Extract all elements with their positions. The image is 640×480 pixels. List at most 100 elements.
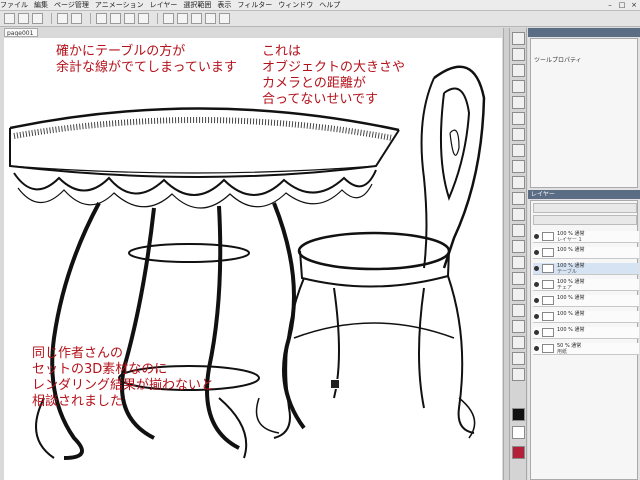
visibility-eye-icon[interactable]	[534, 314, 539, 319]
annotation-line: カメラとの距離が	[262, 76, 366, 91]
zoom-tool-icon[interactable]	[512, 32, 525, 45]
balloon-tool-icon[interactable]	[512, 352, 525, 365]
visibility-eye-icon[interactable]	[534, 282, 539, 287]
operation-tool-icon[interactable]	[512, 64, 525, 77]
layer-thumbnail	[542, 312, 554, 321]
move-tool-icon[interactable]	[512, 48, 525, 61]
select-all-icon[interactable]	[163, 13, 174, 24]
menu-animation[interactable]: アニメーション	[95, 0, 144, 10]
ruler-icon[interactable]	[219, 13, 230, 24]
eyedropper-tool-icon[interactable]	[512, 128, 525, 141]
menu-filter[interactable]: フィルター	[237, 0, 272, 10]
save-icon[interactable]	[32, 13, 43, 24]
menu-page[interactable]: ページ管理	[54, 0, 89, 10]
layer-row[interactable]: 100 % 通常	[533, 295, 639, 307]
layer-thumbnail	[542, 280, 554, 289]
visibility-eye-icon[interactable]	[534, 330, 539, 335]
app-window: ファイル 編集 ページ管理 アニメーション レイヤー 選択範囲 表示 フィルター…	[0, 0, 640, 480]
menu-layer[interactable]: レイヤー	[150, 0, 178, 10]
deselect-icon[interactable]	[138, 13, 149, 24]
brush-tool-icon[interactable]	[512, 176, 525, 189]
transform-icon[interactable]	[124, 13, 135, 24]
airbrush-tool-icon[interactable]	[512, 192, 525, 205]
fill-icon[interactable]	[110, 13, 121, 24]
figure-tool-icon[interactable]	[512, 288, 525, 301]
fill-tool-icon[interactable]	[512, 256, 525, 269]
close-icon[interactable]: ×	[628, 1, 640, 9]
command-bar	[0, 11, 640, 27]
annotation-line: セットの3D素材なのに	[32, 362, 168, 377]
layer-row-selected[interactable]: 100 % 通常 テーブル	[533, 263, 639, 275]
tool-palette	[509, 28, 527, 480]
annotation-line: 相談されました	[32, 394, 124, 409]
pen-tool-icon[interactable]	[512, 144, 525, 157]
layer-row[interactable]: 100 % 通常	[533, 247, 639, 259]
menu-file[interactable]: ファイル	[0, 0, 28, 10]
layer-thumbnail	[542, 232, 554, 241]
new-file-icon[interactable]	[4, 13, 15, 24]
visibility-eye-icon[interactable]	[534, 266, 539, 271]
selection-tool-icon[interactable]	[512, 96, 525, 109]
visibility-eye-icon[interactable]	[534, 346, 539, 351]
menu-edit[interactable]: 編集	[34, 0, 48, 10]
annotation-render-note: 同じ作者さんの セットの3D素材なのに レンダリング結果が揃わないと 相談されま…	[32, 346, 214, 410]
invert-selection-icon[interactable]	[177, 13, 188, 24]
undo-icon[interactable]	[57, 13, 68, 24]
frame-tool-icon[interactable]	[512, 304, 525, 317]
layer-row[interactable]: 100 % 通常 レイヤー 1	[533, 231, 639, 243]
clear-icon[interactable]	[96, 13, 107, 24]
layer-thumbnail	[542, 264, 554, 273]
eraser-tool-icon[interactable]	[512, 224, 525, 237]
layer-thumbnail	[542, 328, 554, 337]
annotation-camera-note: これは オブジェクトの大きさや カメラとの距離が 合ってないせいです	[262, 44, 405, 108]
pencil-tool-icon[interactable]	[512, 160, 525, 173]
move-layer-tool-icon[interactable]	[512, 80, 525, 93]
maximize-icon[interactable]: □	[616, 1, 628, 9]
property-panel-title	[528, 28, 640, 37]
layer-thumbnail	[542, 248, 554, 257]
toolbar-divider	[157, 13, 158, 24]
ruler-tool-icon[interactable]	[512, 320, 525, 333]
blend-tool-icon[interactable]	[512, 240, 525, 253]
layer-opacity-mode: 100 % 通常	[557, 311, 585, 317]
layer-row[interactable]: 100 % 通常	[533, 327, 639, 339]
layer-row[interactable]: 100 % 通常 チェア	[533, 279, 639, 291]
redo-icon[interactable]	[71, 13, 82, 24]
transparent-color-swatch[interactable]	[512, 446, 525, 459]
menu-help[interactable]: ヘルプ	[319, 0, 340, 10]
layer-row[interactable]: 100 % 通常	[533, 311, 639, 323]
mouse-cursor-icon	[330, 379, 340, 389]
visibility-eye-icon[interactable]	[534, 234, 539, 239]
tool-property-label: ツールプロパティ	[534, 57, 582, 64]
toolbar-divider	[51, 13, 52, 24]
sub-color-swatch[interactable]	[512, 426, 525, 439]
menu-window[interactable]: ウィンドウ	[278, 0, 313, 10]
visibility-eye-icon[interactable]	[534, 250, 539, 255]
open-file-icon[interactable]	[18, 13, 29, 24]
crop-icon[interactable]	[191, 13, 202, 24]
drawing-canvas[interactable]: 確かにテーブルの方が 余計な線がでてしまっています これは オブジェクトの大きさ…	[4, 38, 502, 480]
annotation-line: 確かにテーブルの方が	[56, 44, 186, 59]
gradient-tool-icon[interactable]	[512, 272, 525, 285]
auto-select-tool-icon[interactable]	[512, 112, 525, 125]
layer-panel: 100 % 通常 レイヤー 1 100 % 通常 100 % 通常 テーブル 1…	[530, 200, 639, 480]
layer-row[interactable]: 50 % 通常 用紙	[533, 343, 639, 355]
right-panel: ツールプロパティ レイヤー 100 % 通常 レイヤー 1 100 % 通常 1…	[528, 28, 640, 480]
text-tool-icon[interactable]	[512, 336, 525, 349]
layer-name: 用紙	[557, 349, 568, 355]
layer-opacity-mode: 100 % 通常	[557, 327, 585, 333]
main-color-swatch[interactable]	[512, 408, 525, 421]
layer-opacity-mode: 100 % 通常	[557, 295, 585, 301]
line-correction-tool-icon[interactable]	[512, 368, 525, 381]
toolbar-divider	[90, 13, 91, 24]
annotation-line: 合ってないせいです	[262, 92, 378, 107]
minimize-icon[interactable]: –	[604, 1, 616, 9]
menu-view[interactable]: 表示	[217, 0, 231, 10]
decoration-tool-icon[interactable]	[512, 208, 525, 221]
document-tab[interactable]: page001	[4, 28, 38, 37]
grid-icon[interactable]	[205, 13, 216, 24]
visibility-eye-icon[interactable]	[534, 298, 539, 303]
blend-mode-select[interactable]	[533, 203, 637, 213]
menu-selection[interactable]: 選択範囲	[183, 0, 211, 10]
annotation-table-note: 確かにテーブルの方が 余計な線がでてしまっています	[56, 44, 237, 76]
